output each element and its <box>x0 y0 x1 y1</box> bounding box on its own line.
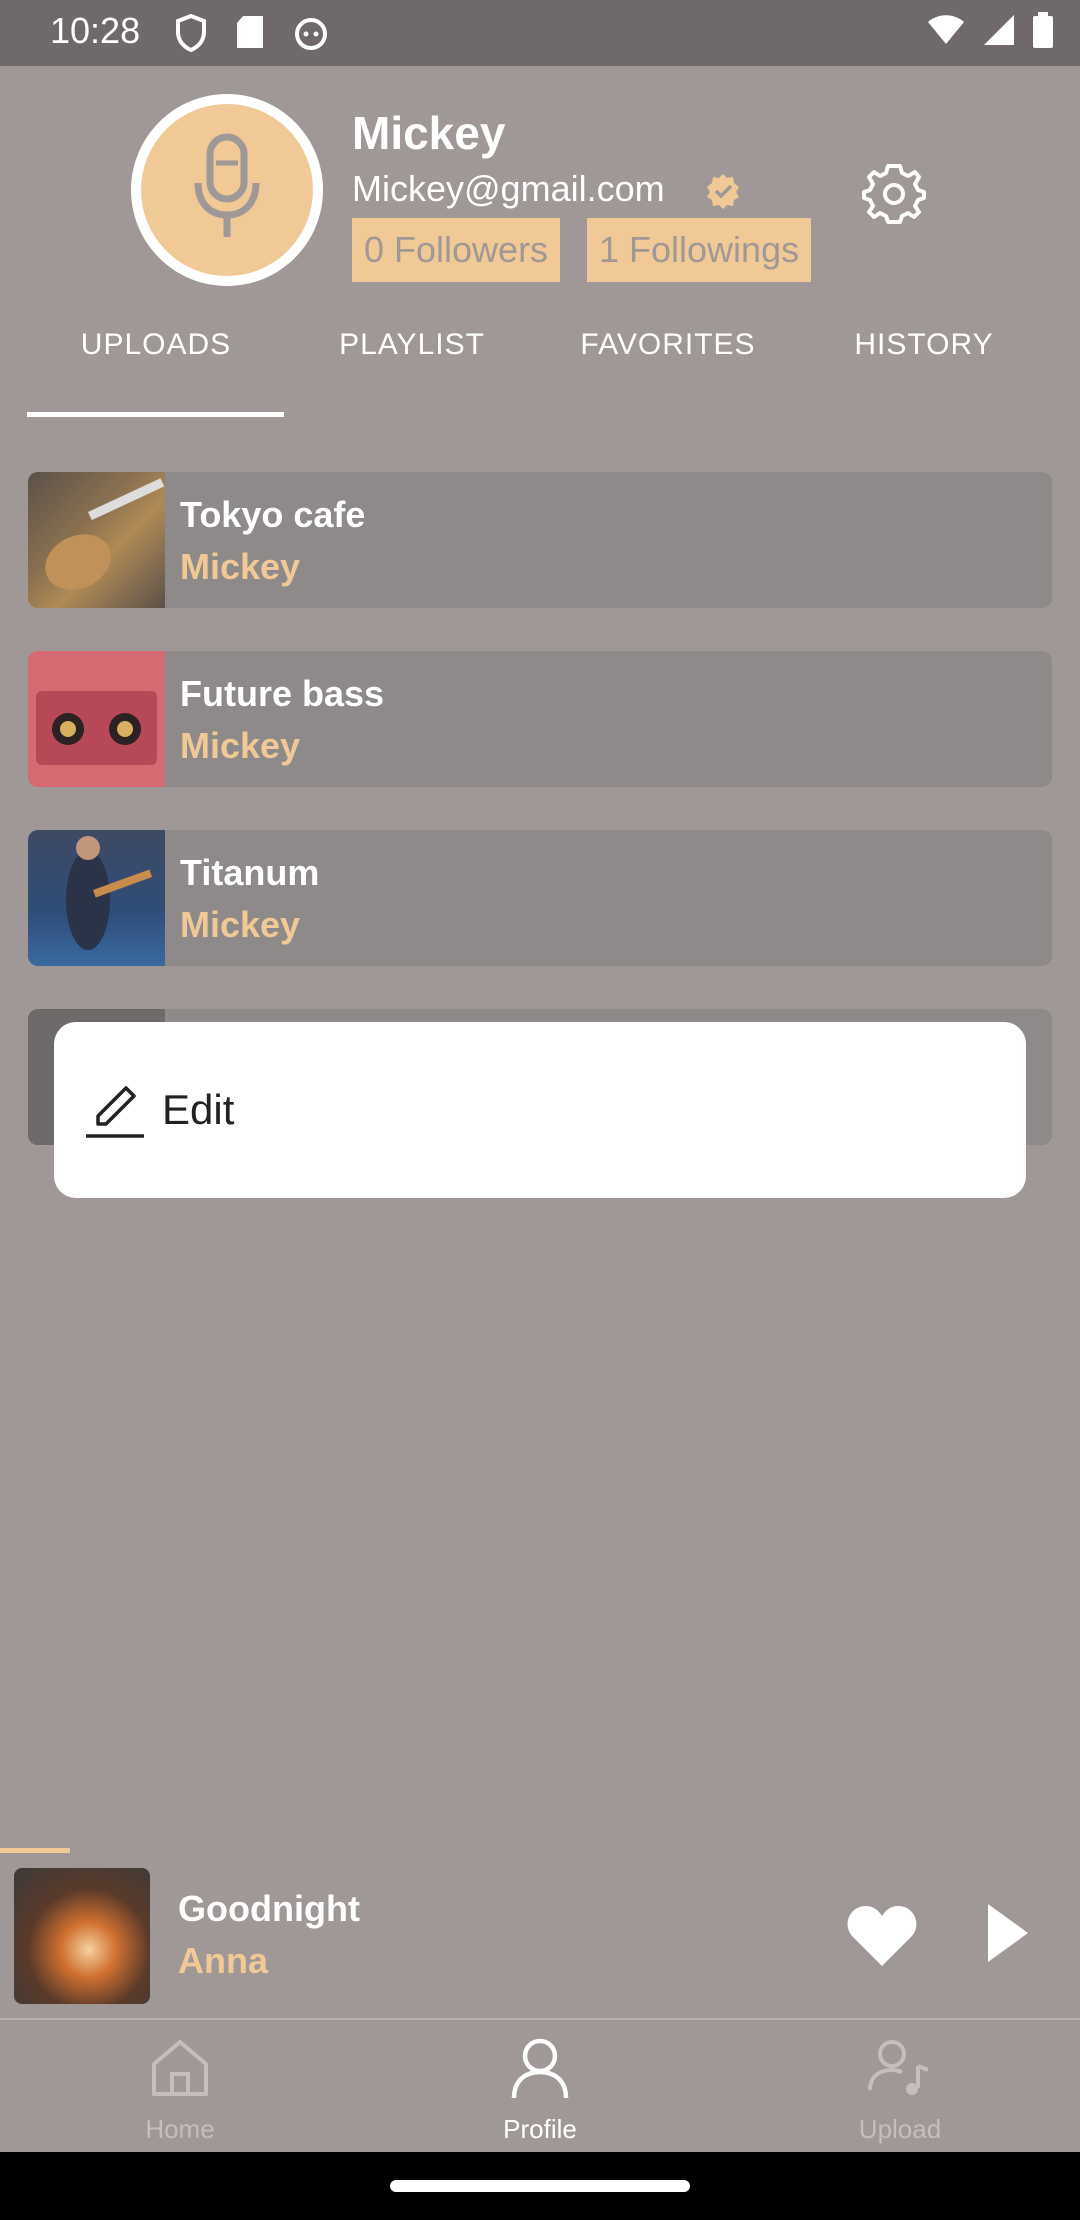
track-item[interactable]: Titanum Mickey <box>28 830 1052 966</box>
tab-uploads[interactable]: UPLOADS <box>28 328 284 362</box>
heart-icon[interactable] <box>846 1904 918 1973</box>
home-gesture-handle[interactable] <box>390 2180 690 2192</box>
track-title: Titanum <box>180 852 320 893</box>
bottom-navigation: Home Profile Upload <box>0 2018 1080 2154</box>
system-gesture-bar <box>0 2152 1080 2220</box>
tab-history[interactable]: HISTORY <box>796 328 1052 362</box>
gear-icon[interactable] <box>862 162 926 231</box>
nav-home[interactable]: Home <box>0 2020 360 2154</box>
battery-icon <box>1032 12 1054 53</box>
status-left-icons <box>175 13 329 57</box>
status-bar: 10:28 <box>0 0 1080 66</box>
avatar[interactable] <box>131 94 323 286</box>
track-title: Future bass <box>180 673 385 714</box>
nav-label-home: Home <box>145 2114 215 2144</box>
pencil-icon[interactable] <box>84 1080 146 1147</box>
sd-card-icon <box>235 14 265 57</box>
nav-label-profile: Profile <box>503 2114 577 2144</box>
playback-progress[interactable] <box>0 1848 70 1853</box>
track-thumbnail <box>28 651 165 787</box>
followers-count[interactable]: 0 Followers <box>352 218 561 282</box>
tab-bar: UPLOADS PLAYLIST FAVORITES HISTORY <box>0 328 1080 408</box>
wifi-icon <box>926 14 966 51</box>
now-playing-thumbnail[interactable] <box>14 1868 150 2004</box>
edit-menu-item[interactable]: Edit <box>162 1086 234 1134</box>
track-artist: Mickey <box>180 725 301 766</box>
followings-count[interactable]: 1 Followings <box>587 218 812 282</box>
track-artist: Mickey <box>180 546 301 587</box>
nav-label-upload: Upload <box>858 2114 942 2144</box>
profile-screen: Mickey Mickey@gmail.com 0 Followers 1 Fo… <box>0 66 1080 2154</box>
status-time: 10:28 <box>50 10 141 51</box>
context-menu: Edit <box>54 1022 1026 1198</box>
track-item[interactable]: Tokyo cafe Mickey <box>28 472 1052 608</box>
cat-face-icon <box>293 14 329 57</box>
verified-badge-icon <box>704 172 742 215</box>
now-playing-artist: Anna <box>178 1940 268 1981</box>
nav-upload[interactable]: Upload <box>720 2020 1080 2154</box>
tab-playlist[interactable]: PLAYLIST <box>284 328 540 362</box>
now-playing-title: Goodnight <box>178 1888 360 1929</box>
home-icon <box>148 2036 212 2105</box>
track-thumbnail <box>28 830 165 966</box>
nav-profile[interactable]: Profile <box>360 2020 720 2154</box>
track-title: Tokyo cafe <box>180 494 366 535</box>
track-thumbnail <box>28 472 165 608</box>
shield-icon <box>175 13 207 57</box>
profile-email: Mickey@gmail.com <box>352 168 665 209</box>
signal-icon <box>982 13 1016 52</box>
play-icon[interactable] <box>984 1902 1030 1969</box>
profile-name: Mickey <box>352 107 506 159</box>
person-icon <box>508 2036 572 2105</box>
avatar-image <box>141 104 313 276</box>
upload-user-icon <box>868 2036 932 2105</box>
tab-favorites[interactable]: FAVORITES <box>540 328 796 362</box>
tab-indicator <box>27 412 284 417</box>
status-right-icons <box>926 12 1054 53</box>
track-item[interactable]: Future bass Mickey <box>28 651 1052 787</box>
track-artist: Mickey <box>180 904 301 945</box>
microphone-icon <box>192 133 262 248</box>
